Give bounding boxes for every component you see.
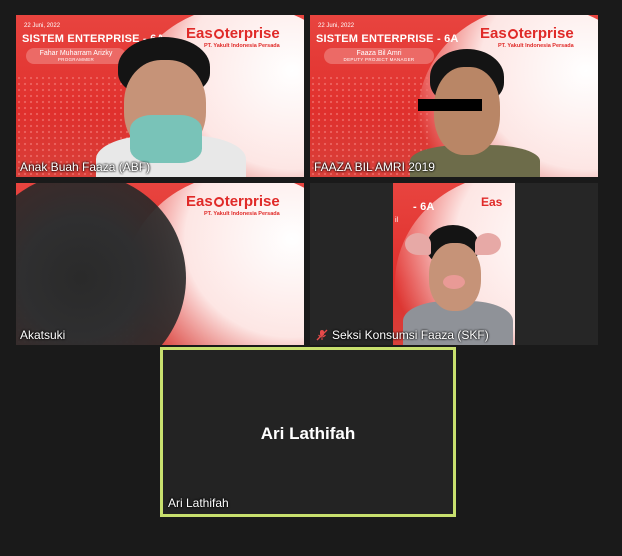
participant-name-label: Akatsuki (20, 328, 66, 342)
participant-name-label: Ari Lathifah (168, 496, 229, 510)
video-tile-akatsuki[interactable]: Eas terprise PT. Yakult Indonesia Persada… (16, 183, 304, 345)
brand-text-left: Eas (480, 25, 507, 42)
slide-label-partial: il (395, 217, 399, 224)
brand-logo: Eas terprise (186, 25, 280, 42)
brand-text-right: terprise (518, 25, 574, 42)
presenter-role: DEPUTY PROJECT MANAGER (343, 57, 415, 62)
brand-o-icon (507, 29, 518, 39)
participant-name-label: Seksi Konsumsi Faaza (SKF) (332, 328, 489, 342)
slide-date: 22 Juni, 2022 (24, 23, 61, 29)
presenter-name: Faaza Bil Amri (356, 50, 402, 57)
presenter-pill: Faaza Bil Amri DEPUTY PROJECT MANAGER (324, 48, 434, 64)
mic-muted-icon (316, 329, 328, 341)
brand-text-left: Eas (481, 195, 503, 209)
brand-o-icon (213, 29, 224, 39)
brand-subtitle: PT. Yakult Indonesia Persada (498, 43, 574, 49)
brand-text-right: terprise (224, 193, 280, 210)
participant-name-label: FAAZA BIL AMRI 2019 (314, 160, 435, 174)
presenter-role: PROGRAMMER (57, 57, 95, 62)
face-mask (130, 115, 202, 163)
brand-subtitle: PT. Yakult Indonesia Persada (204, 211, 280, 217)
brand-text-left: Eas (186, 25, 213, 42)
brand-text-right: terprise (224, 25, 280, 42)
pig-ear-filter (475, 233, 501, 255)
video-tile-seksi-konsumsi[interactable]: - 6A il Eas Seksi Konsumsi Faaza (SKF) (310, 183, 598, 345)
presenter-name: Fahar Muharram Arizky (39, 50, 113, 57)
slide-event-title: SISTEM ENTERPRISE - 6A (316, 33, 459, 45)
video-tile-ari-lathifah[interactable]: Ari Lathifah Ari Lathifah (160, 347, 456, 517)
pig-nose-filter (443, 275, 465, 289)
presenter-pill: Fahar Muharram Arizky PROGRAMMER (26, 48, 126, 64)
video-tile-faaza-bil-amri[interactable]: 22 Juni, 2022 SISTEM ENTERPRISE - 6A Faa… (310, 15, 598, 177)
brand-o-icon (213, 197, 224, 207)
slide-date: 22 Juni, 2022 (318, 23, 355, 29)
video-tile-anak-buah-faaza[interactable]: 22 Juni, 2022 SISTEM ENTERPRISE - 6A Fah… (16, 15, 304, 177)
pig-ear-filter (405, 233, 431, 255)
participant-video-frame: - 6A il Eas (393, 183, 515, 345)
slide-event-title-partial: - 6A (413, 201, 435, 213)
brand-text-left: Eas (186, 193, 213, 210)
brand-logo: Eas terprise (186, 193, 280, 210)
brand-logo-partial: Eas (481, 195, 502, 209)
pixel-sunglasses (418, 99, 482, 111)
participant-display-name: Ari Lathifah (260, 424, 356, 443)
brand-logo: Eas terprise (480, 25, 574, 42)
participant-name-label: Anak Buah Faaza (ABF) (20, 160, 151, 174)
brand-subtitle: PT. Yakult Indonesia Persada (204, 43, 280, 49)
